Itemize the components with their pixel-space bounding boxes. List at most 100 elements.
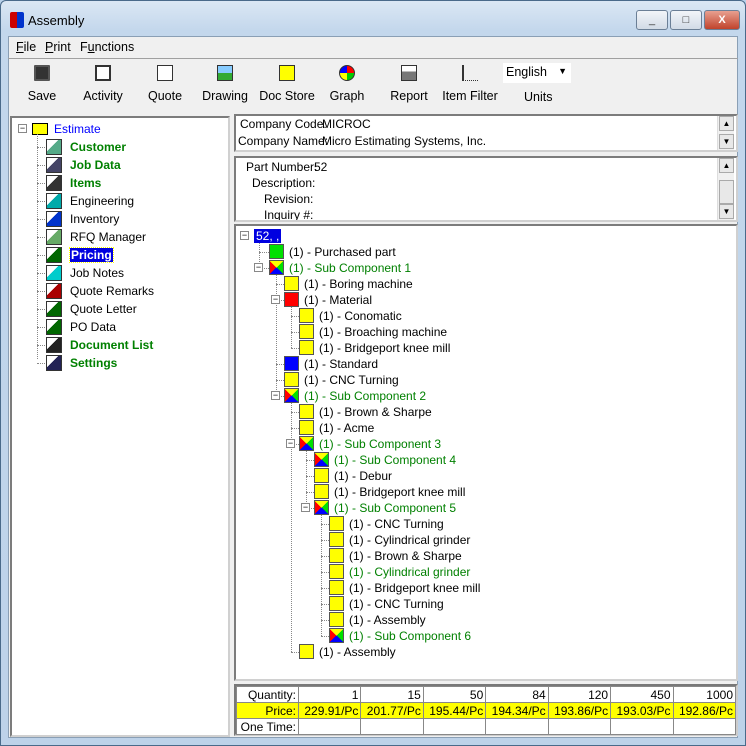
tree-node[interactable]: (1) - Standard [236,356,716,372]
nav-label: Document List [70,338,154,352]
tree-node[interactable]: (1) - Purchased part [236,244,716,260]
collapse-toggle[interactable]: − [254,263,263,272]
price-cell[interactable]: 193.03/Pc [610,702,674,719]
quantity-cell[interactable]: 1 [297,686,362,703]
price-cell[interactable]: 229.91/Pc [297,702,362,719]
quantity-cell[interactable]: 1000 [672,686,737,703]
quantity-cell[interactable]: 50 [422,686,487,703]
scroll-up-icon[interactable]: ▲ [719,158,734,173]
nav-item-items[interactable]: Items [12,174,222,192]
nav-item-document-list[interactable]: Document List [12,336,222,354]
nav-item-quote-remarks[interactable]: Quote Remarks [12,282,222,300]
scroll-down-icon[interactable]: ▼ [719,134,734,149]
nav-item-customer[interactable]: Customer [12,138,222,156]
tree-node[interactable]: (1) - Sub Component 6 [236,628,716,644]
tree-node[interactable]: (1) - Boring machine [236,276,716,292]
collapse-toggle[interactable]: − [286,439,295,448]
quote-button[interactable]: Quote [142,62,188,103]
nav-item-job-notes[interactable]: Job Notes [12,264,222,282]
nav-item-job-data[interactable]: Job Data [12,156,222,174]
scroll-down-icon[interactable]: ▼ [719,204,734,219]
one-time-cell[interactable] [422,718,487,735]
price-cell[interactable]: 194.34/Pc [485,702,549,719]
one-time-cell[interactable] [672,718,737,735]
one-time-cell[interactable] [297,718,362,735]
tree-node[interactable]: (1) - Brown & Sharpe [236,404,716,420]
scrollbar[interactable]: ▲ ▼ [717,116,734,150]
one-time-cell[interactable] [360,718,424,735]
collapse-toggle[interactable]: − [18,124,27,133]
tree-node[interactable]: (1) - Assembly [236,644,716,660]
tree-node[interactable]: (1) - CNC Turning [236,516,716,532]
nav-item-inventory[interactable]: Inventory [12,210,222,228]
quote-remarks-icon [46,283,62,299]
minimize-button[interactable]: _ [636,10,668,30]
close-button[interactable]: X [704,10,740,30]
nav-item-pricing[interactable]: Pricing [12,246,222,264]
tree-node[interactable]: − (1) - Sub Component 3 [236,436,716,452]
tree-node[interactable]: (1) - Cylindrical grinder [236,532,716,548]
menu-print[interactable]: Print [45,40,71,54]
nav-item-engineering[interactable]: Engineering [12,192,222,210]
tree-node[interactable]: (1) - Broaching machine [236,324,716,340]
tree-root[interactable]: −52, , [236,228,716,244]
tree-node[interactable]: (1) - Conomatic [236,308,716,324]
nav-item-quote-letter[interactable]: Quote Letter [12,300,222,318]
quantity-cell[interactable]: 15 [360,686,424,703]
tree-node[interactable]: (1) - Bridgeport knee mill [236,340,716,356]
collapse-toggle[interactable]: − [301,503,310,512]
doc-store-button[interactable]: Doc Store [258,62,316,103]
tree-node[interactable]: − (1) - Sub Component 2 [236,388,716,404]
scroll-thumb[interactable] [719,180,734,204]
graph-button[interactable]: Graph [326,62,368,103]
menu-file[interactable]: File [16,40,36,54]
tree-node[interactable]: − (1) - Sub Component 5 [236,500,716,516]
tree-node[interactable]: − (1) - Sub Component 1 [236,260,716,276]
tree-node[interactable]: (1) - Bridgeport knee mill [236,580,716,596]
collapse-toggle[interactable]: − [271,391,280,400]
activity-button[interactable]: Activity [78,62,128,103]
drawing-button[interactable]: Drawing [200,62,250,103]
yellow-square-icon [299,404,314,419]
tree-node[interactable]: − (1) - Material [236,292,716,308]
quantity-cell[interactable]: 120 [547,686,612,703]
tree-node[interactable]: (1) - Brown & Sharpe [236,548,716,564]
one-time-cell[interactable] [485,718,549,735]
maximize-button[interactable]: □ [670,10,702,30]
price-cell[interactable]: 193.86/Pc [547,702,612,719]
nav-item-settings[interactable]: Settings [12,354,222,372]
price-cell[interactable]: 201.77/Pc [360,702,424,719]
save-button[interactable]: Save [20,62,64,103]
tree-node[interactable]: (1) - Assembly [236,612,716,628]
one-time-cell[interactable] [547,718,612,735]
tree-node[interactable]: (1) - Cylindrical grinder [236,564,716,580]
company-panel: Company Code: MICROC Company Name: Micro… [234,114,738,152]
tree-line [276,364,284,365]
yellow-square-icon [329,596,344,611]
units-select[interactable]: English ▼ [503,63,571,83]
tree-node[interactable]: (1) - Debur [236,468,716,484]
app-icon [10,12,24,28]
tree-line [321,556,329,557]
scroll-up-icon[interactable]: ▲ [719,116,734,131]
one-time-cell[interactable] [610,718,674,735]
menu-functions[interactable]: Functions [80,40,134,54]
price-cell[interactable]: 195.44/Pc [422,702,487,719]
nav-label: Job Data [70,158,121,172]
tree-node[interactable]: (1) - CNC Turning [236,372,716,388]
quantity-cell[interactable]: 450 [610,686,674,703]
toolbar-label: Report [390,89,428,103]
collapse-toggle[interactable]: − [271,295,280,304]
item-filter-button[interactable]: Item Filter [440,62,500,103]
quantity-cell[interactable]: 84 [485,686,549,703]
nav-item-po-data[interactable]: PO Data [12,318,222,336]
nav-item-rfq-manager[interactable]: RFQ Manager [12,228,222,246]
tree-node[interactable]: (1) - CNC Turning [236,596,716,612]
tree-node[interactable]: (1) - Sub Component 4 [236,452,716,468]
price-cell[interactable]: 192.86/Pc [672,702,737,719]
report-button[interactable]: Report [386,62,432,103]
tree-node[interactable]: (1) - Acme [236,420,716,436]
collapse-toggle[interactable]: − [240,231,249,240]
scrollbar[interactable]: ▲ ▼ [717,158,734,220]
tree-node[interactable]: (1) - Bridgeport knee mill [236,484,716,500]
